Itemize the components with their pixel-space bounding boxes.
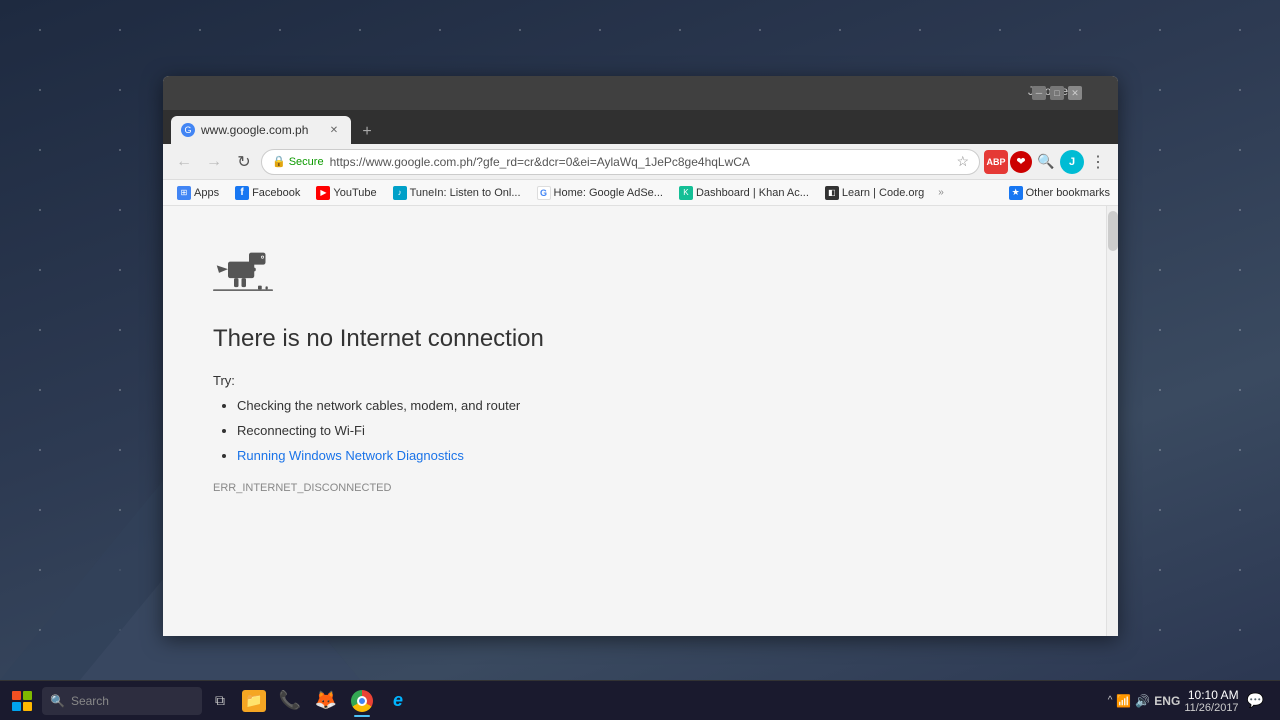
tray-icons: 📶 🔊	[1116, 694, 1150, 708]
language-indicator[interactable]: ENG	[1154, 694, 1180, 708]
youtube-icon: ▶	[316, 186, 330, 200]
error-try-label: Try:	[213, 373, 1056, 388]
tab-close-button[interactable]: ✕	[327, 123, 341, 137]
volume-icon[interactable]: 🔊	[1135, 694, 1150, 708]
chrome-inner	[357, 696, 367, 706]
reload-button[interactable]: ↻	[231, 149, 257, 175]
suggestion-1: Checking the network cables, modem, and …	[237, 396, 1056, 417]
title-bar: Jerome ─ □ ✕	[163, 76, 1118, 110]
google-ads-label: Home: Google AdSe...	[554, 187, 663, 199]
bookmark-khan[interactable]: K Dashboard | Khan Ac...	[673, 184, 815, 202]
error-suggestions-list: Checking the network cables, modem, and …	[213, 396, 1056, 466]
maximize-button[interactable]: □	[1050, 86, 1064, 100]
taskbar-phone[interactable]: 📞	[272, 683, 308, 719]
apps-icon: ⊞	[177, 186, 191, 200]
other-bookmarks-icon: ★	[1009, 186, 1023, 200]
tray-show-hidden-button[interactable]: ^	[1108, 695, 1113, 706]
new-tab-button[interactable]: +	[353, 120, 381, 144]
taskbar-right: ^ 📶 🔊 ENG 10:10 AM 11/26/2017 💬	[1108, 688, 1276, 714]
tunein-label: TuneIn: Listen to Onl...	[410, 187, 521, 199]
phone-icon: 📞	[279, 690, 301, 711]
file-explorer-icon: 📁	[242, 690, 266, 712]
facebook-icon: f	[235, 186, 249, 200]
clock-time: 10:10 AM	[1184, 688, 1238, 702]
scrollbar[interactable]	[1106, 206, 1118, 636]
browser-window: Jerome ─ □ ✕ G www.google.com.ph ✕ + ← →…	[163, 76, 1118, 636]
taskbar-edge[interactable]: e	[380, 683, 416, 719]
bookmark-codeorg[interactable]: ◧ Learn | Code.org	[819, 184, 930, 202]
page-main: There is no Internet connection Try: Che…	[163, 206, 1106, 636]
chrome-icon	[351, 690, 373, 712]
suggestion-3: Running Windows Network Diagnostics	[237, 446, 1056, 467]
network-diagnostics-link[interactable]: Running Windows Network Diagnostics	[237, 448, 464, 463]
start-button[interactable]	[4, 683, 40, 719]
other-bookmarks[interactable]: ★ Other bookmarks	[1009, 186, 1110, 200]
error-code: ERR_INTERNET_DISCONNECTED	[213, 482, 1056, 494]
dino-illustration	[213, 246, 1056, 305]
secure-badge: 🔒 Secure	[272, 155, 324, 168]
windows-logo	[12, 691, 32, 711]
close-button[interactable]: ✕	[1068, 86, 1082, 100]
facebook-label: Facebook	[252, 187, 300, 199]
win-logo-blue	[12, 702, 21, 711]
bookmark-apps[interactable]: ⊞ Apps	[171, 184, 225, 202]
bookmark-google-ads[interactable]: G Home: Google AdSe...	[531, 184, 669, 202]
task-view-button[interactable]: ⧉	[206, 687, 234, 715]
taskbar-firefox[interactable]: 🦊	[308, 683, 344, 719]
user-avatar-button[interactable]: J	[1060, 150, 1084, 174]
khan-icon: K	[679, 186, 693, 200]
taskbar: 🔍 Search ⧉ 📁 📞 🦊 e ^ 📶	[0, 680, 1280, 720]
apps-label: Apps	[194, 187, 219, 199]
tab-favicon: G	[181, 123, 195, 137]
codeorg-label: Learn | Code.org	[842, 187, 924, 199]
address-bar[interactable]: 🔒 Secure https://www.google.com.ph/?gfe_…	[261, 149, 980, 175]
clock-date: 11/26/2017	[1184, 702, 1238, 714]
google-ads-icon: G	[537, 186, 551, 200]
win-logo-green	[23, 691, 32, 700]
khan-label: Dashboard | Khan Ac...	[696, 187, 809, 199]
page-content: There is no Internet connection Try: Che…	[163, 206, 1118, 636]
bookmark-tunein[interactable]: ♪ TuneIn: Listen to Onl...	[387, 184, 527, 202]
youtube-label: YouTube	[333, 187, 376, 199]
more-bookmarks-button[interactable]: »	[934, 185, 948, 200]
suggestion-2: Reconnecting to Wi-Fi	[237, 421, 1056, 442]
edge-icon: e	[393, 690, 403, 711]
taskbar-file-explorer[interactable]: 📁	[236, 683, 272, 719]
bookmarks-bar: ⊞ Apps f Facebook ▶ YouTube ♪ TuneIn: Li…	[163, 180, 1118, 206]
extension-button-3[interactable]: 🔍	[1034, 150, 1058, 174]
taskbar-search[interactable]: 🔍 Search	[42, 687, 202, 715]
win-logo-red	[12, 691, 21, 700]
chrome-menu-button[interactable]: ⋮	[1086, 152, 1110, 172]
tab-bar: G www.google.com.ph ✕ +	[163, 110, 1118, 144]
extensions-area: ABP ❤ 🔍 J ⋮	[984, 150, 1110, 174]
other-bookmarks-label: Other bookmarks	[1026, 187, 1110, 199]
scrollbar-thumb[interactable]	[1108, 211, 1118, 251]
search-placeholder: Search	[71, 694, 109, 708]
bookmark-youtube[interactable]: ▶ YouTube	[310, 184, 382, 202]
back-button[interactable]: ←	[171, 149, 197, 175]
lock-icon: 🔒	[272, 155, 286, 168]
url-text: https://www.google.com.ph/?gfe_rd=cr&dcr…	[330, 155, 951, 169]
bookmark-facebook[interactable]: f Facebook	[229, 184, 306, 202]
tab-title: www.google.com.ph	[201, 123, 321, 137]
bookmark-star-button[interactable]: ☆	[956, 153, 969, 170]
desktop: Jerome ─ □ ✕ G www.google.com.ph ✕ + ← →…	[0, 0, 1280, 720]
search-icon: 🔍	[50, 694, 65, 708]
system-clock[interactable]: 10:10 AM 11/26/2017	[1184, 688, 1238, 714]
active-tab[interactable]: G www.google.com.ph ✕	[171, 116, 351, 144]
minimize-button[interactable]: ─	[1032, 86, 1046, 100]
firefox-icon: 🦊	[315, 690, 337, 711]
tunein-icon: ♪	[393, 186, 407, 200]
task-view-icon: ⧉	[215, 692, 225, 709]
adblock-plus-button[interactable]: ABP	[984, 150, 1008, 174]
forward-button[interactable]: →	[201, 149, 227, 175]
error-title: There is no Internet connection	[213, 325, 1056, 353]
network-icon[interactable]: 📶	[1116, 694, 1131, 708]
heart-extension-button[interactable]: ❤	[1010, 151, 1032, 173]
toolbar: ← → ↻ 🔒 Secure https://www.google.com.ph…	[163, 144, 1118, 180]
taskbar-chrome[interactable]	[344, 683, 380, 719]
notification-button[interactable]: 💬	[1243, 692, 1268, 709]
win-logo-yellow	[23, 702, 32, 711]
codeorg-icon: ◧	[825, 186, 839, 200]
